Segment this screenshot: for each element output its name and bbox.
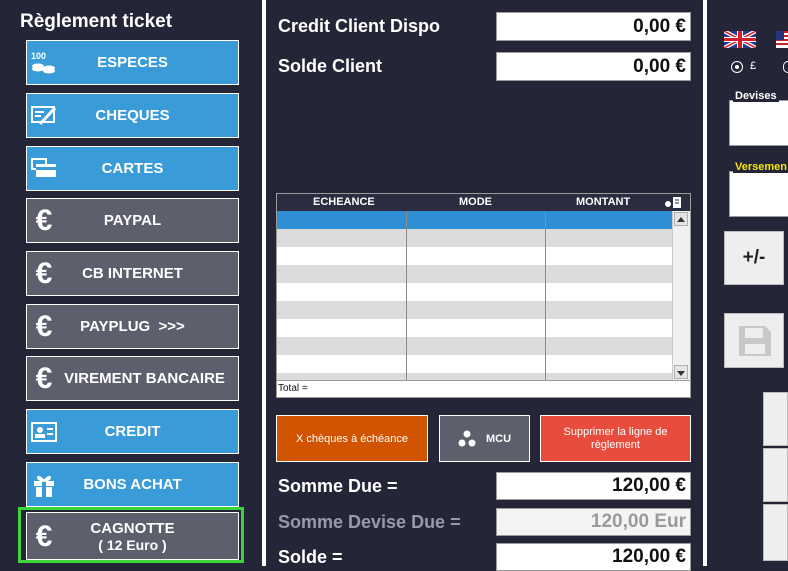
- euro-icon: €: [35, 310, 53, 343]
- bons-achat-label: BONS ACHAT: [83, 476, 182, 493]
- devises-legend: Devises: [733, 90, 779, 102]
- grid-footer: Total =: [277, 380, 690, 397]
- table-row[interactable]: [277, 319, 673, 337]
- column-chooser-icon[interactable]: [663, 195, 685, 212]
- payment-grid[interactable]: ECHEANCE MODE MONTANT Total =: [276, 193, 691, 398]
- euro-icon: €: [35, 204, 53, 237]
- cash-icon: 100: [30, 49, 58, 77]
- virement-label: VIREMENT BANCAIRE: [64, 370, 225, 387]
- mcu-button[interactable]: MCU: [439, 415, 530, 462]
- payplug-button[interactable]: € PAYPLUG >>>: [26, 304, 239, 349]
- column-separator: [545, 211, 546, 380]
- bons-achat-button[interactable]: BONS ACHAT: [26, 462, 239, 507]
- id-card-icon: [30, 418, 58, 446]
- side-button[interactable]: [763, 448, 788, 502]
- solde-field[interactable]: 120,00 €: [496, 543, 691, 571]
- table-row[interactable]: [277, 283, 673, 301]
- solde-label: Solde =: [278, 547, 343, 567]
- currency-radio-label: £: [750, 60, 757, 72]
- column-separator: [406, 211, 407, 380]
- table-row[interactable]: [277, 211, 673, 229]
- side-button[interactable]: [763, 392, 788, 446]
- payplug-label: PAYPLUG >>>: [80, 318, 185, 335]
- col-echeance[interactable]: ECHEANCE: [313, 196, 375, 208]
- save-icon: [737, 324, 773, 363]
- table-row[interactable]: [277, 337, 673, 355]
- uk-flag-icon[interactable]: [723, 29, 757, 50]
- cheques-button[interactable]: CHEQUES: [26, 93, 239, 138]
- credit-client-label: Credit Client Dispo: [278, 16, 441, 36]
- table-row[interactable]: [277, 247, 673, 265]
- save-button[interactable]: [724, 313, 784, 368]
- svg-text:100: 100: [31, 51, 46, 61]
- panel-divider-left: [262, 0, 266, 566]
- col-montant[interactable]: MONTANT: [576, 196, 630, 208]
- supprimer-ligne-button[interactable]: Supprimer la ligne de règlement: [540, 415, 691, 462]
- devises-box[interactable]: [729, 100, 788, 146]
- us-flag-icon[interactable]: [776, 31, 788, 48]
- table-row[interactable]: [277, 265, 673, 283]
- credit-button[interactable]: CREDIT: [26, 409, 239, 454]
- currency-radio-2[interactable]: [783, 61, 788, 73]
- versement-box[interactable]: [729, 171, 788, 217]
- credit-label: CREDIT: [104, 423, 161, 440]
- cartes-label: CARTES: [101, 160, 164, 177]
- panel-title: Règlement ticket: [20, 11, 173, 32]
- cagnotte-sublabel: ( 12 Euro ): [98, 536, 167, 553]
- card-icon: [30, 155, 58, 183]
- panel-divider-right: [703, 0, 707, 566]
- somme-devise-field: 120,00 Eur: [496, 508, 691, 536]
- side-button[interactable]: [763, 504, 788, 561]
- virement-bancaire-button[interactable]: € VIREMENT BANCAIRE: [26, 356, 239, 401]
- somme-due-field[interactable]: 120,00 €: [496, 472, 691, 500]
- table-row[interactable]: [277, 229, 673, 247]
- mcu-label: MCU: [485, 432, 512, 445]
- euro-icon: €: [35, 362, 53, 395]
- cb-internet-button[interactable]: € CB INTERNET: [26, 251, 239, 296]
- solde-client-field[interactable]: 0,00 €: [496, 52, 691, 81]
- cheques-label: CHEQUES: [95, 107, 170, 124]
- euro-icon: €: [35, 520, 53, 553]
- paypal-label: PAYPAL: [103, 212, 162, 229]
- table-row[interactable]: [277, 373, 673, 380]
- solde-client-label: Solde Client: [278, 56, 383, 76]
- total-label: Total =: [278, 383, 308, 394]
- mcu-icon: [458, 430, 476, 448]
- grid-scrollbar[interactable]: [672, 211, 690, 380]
- plus-minus-button[interactable]: +/-: [724, 231, 784, 285]
- versement-legend: Versemen: [733, 161, 788, 173]
- scroll-down-arrow-icon[interactable]: [674, 365, 688, 379]
- cb-internet-label: CB INTERNET: [82, 265, 183, 282]
- somme-devise-label: Somme Devise Due =: [278, 512, 461, 532]
- scroll-up-arrow-icon[interactable]: [674, 212, 688, 226]
- col-mode[interactable]: MODE: [459, 196, 492, 208]
- grid-header: ECHEANCE MODE MONTANT: [277, 194, 690, 211]
- cagnotte-label: CAGNOTTE: [90, 519, 175, 537]
- currency-radio[interactable]: [731, 61, 743, 73]
- cheques-echeance-button[interactable]: X chèques à échéance: [276, 415, 428, 462]
- gift-icon: [30, 471, 58, 499]
- cagnotte-button[interactable]: € CAGNOTTE ( 12 Euro ): [26, 512, 239, 560]
- table-row[interactable]: [277, 355, 673, 373]
- euro-icon: €: [35, 257, 53, 290]
- cheque-icon: [30, 102, 58, 130]
- table-row[interactable]: [277, 301, 673, 319]
- paypal-button[interactable]: € PAYPAL: [26, 198, 239, 243]
- credit-client-field[interactable]: 0,00 €: [496, 12, 691, 41]
- especes-label: ESPECES: [97, 54, 168, 71]
- especes-button[interactable]: 100 ESPECES: [26, 40, 239, 85]
- cartes-button[interactable]: CARTES: [26, 146, 239, 191]
- somme-due-label: Somme Due =: [278, 476, 398, 496]
